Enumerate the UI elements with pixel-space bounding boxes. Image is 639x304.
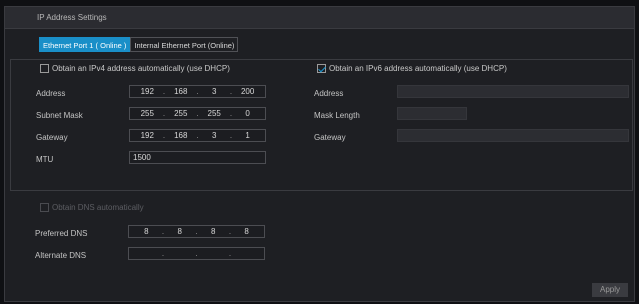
ipv4-address-octet-2[interactable]: 168: [170, 87, 192, 96]
preferred-dns-octet-1[interactable]: 8: [135, 227, 157, 236]
ipv4-gateway-octet-3[interactable]: 3: [203, 131, 225, 140]
ipv4-gateway-octet-4[interactable]: 1: [237, 131, 259, 140]
ipv4-dhcp-label: Obtain an IPv4 address automatically (us…: [52, 64, 230, 73]
octet-separator: .: [196, 109, 199, 118]
octet-separator: .: [196, 87, 199, 96]
ipv4-address-field[interactable]: 192. 168. 3. 200: [129, 85, 266, 98]
ipv6-gateway-input: [397, 129, 629, 142]
ipv6-dhcp-checkbox[interactable]: [317, 64, 326, 73]
ipv4-subnet-octet-4[interactable]: 0: [237, 109, 259, 118]
ipv4-address-octet-3[interactable]: 3: [203, 87, 225, 96]
octet-separator: .: [162, 87, 166, 96]
ipv4-subnet-octet-3[interactable]: 255: [203, 109, 225, 118]
octet-separator: .: [229, 131, 233, 140]
ipv4-subnet-octet-1[interactable]: 255: [136, 109, 158, 118]
ipv6-dhcp-label: Obtain an IPv6 address automatically (us…: [329, 64, 507, 73]
ip-section: Obtain an IPv4 address automatically (us…: [10, 59, 633, 191]
preferred-dns-label: Preferred DNS: [35, 229, 88, 238]
ipv4-dhcp-row[interactable]: Obtain an IPv4 address automatically (us…: [40, 64, 230, 73]
octet-separator: .: [161, 227, 165, 236]
octet-separator: .: [195, 249, 198, 258]
ipv4-address-octet-4[interactable]: 200: [237, 87, 259, 96]
ipv6-address-input: [397, 85, 629, 98]
preferred-dns-field[interactable]: 8. 8. 8. 8: [128, 225, 265, 238]
ipv4-subnet-octet-2[interactable]: 255: [170, 109, 192, 118]
ipv6-mask-length-label: Mask Length: [314, 111, 360, 120]
octet-separator: .: [229, 87, 233, 96]
ipv4-subnet-field[interactable]: 255. 255. 255. 0: [129, 107, 266, 120]
window-title: IP Address Settings: [37, 13, 107, 22]
ipv4-gateway-octet-2[interactable]: 168: [170, 131, 192, 140]
tab-internal-ethernet-port[interactable]: Internal Ethernet Port (Online): [130, 37, 239, 52]
ipv4-dhcp-checkbox[interactable]: [40, 64, 49, 73]
octet-separator: .: [162, 131, 166, 140]
ipv4-gateway-field[interactable]: 192. 168. 3. 1: [129, 129, 266, 142]
octet-separator: .: [228, 227, 232, 236]
octet-separator: .: [162, 109, 166, 118]
mtu-label: MTU: [36, 155, 54, 164]
dns-auto-row: Obtain DNS automatically: [40, 203, 144, 212]
preferred-dns-octet-4[interactable]: 8: [236, 227, 258, 236]
ipv6-mask-length-input: [397, 107, 467, 120]
octet-separator: .: [228, 249, 232, 258]
ipv4-address-label: Address: [36, 89, 66, 98]
dns-auto-label: Obtain DNS automatically: [52, 203, 144, 212]
ipv4-gateway-octet-1[interactable]: 192: [136, 131, 158, 140]
ipv4-subnet-label: Subnet Mask: [36, 111, 83, 120]
preferred-dns-octet-2[interactable]: 8: [169, 227, 191, 236]
alternate-dns-field[interactable]: . . .: [128, 247, 265, 260]
port-tabs: Ethernet Port 1 ( Online ) Internal Ethe…: [39, 37, 239, 52]
tab-ethernet-port-1[interactable]: Ethernet Port 1 ( Online ): [39, 37, 131, 52]
ipv6-dhcp-row[interactable]: Obtain an IPv6 address automatically (us…: [317, 64, 507, 73]
ipv6-address-label: Address: [314, 89, 344, 98]
octet-separator: .: [161, 249, 165, 258]
mtu-input[interactable]: 1500: [129, 151, 266, 164]
dns-auto-checkbox: [40, 203, 49, 212]
ip-settings-panel: IP Address Settings Ethernet Port 1 ( On…: [4, 6, 635, 302]
ipv6-gateway-label: Gateway: [314, 133, 346, 142]
preferred-dns-octet-3[interactable]: 8: [202, 227, 224, 236]
ipv4-gateway-label: Gateway: [36, 133, 68, 142]
octet-separator: .: [196, 131, 199, 140]
alternate-dns-label: Alternate DNS: [35, 251, 87, 260]
ipv4-address-octet-1[interactable]: 192: [136, 87, 158, 96]
dns-section: Obtain DNS automatically Preferred DNS 8…: [10, 201, 633, 301]
octet-separator: .: [195, 227, 198, 236]
title-bar: IP Address Settings: [5, 7, 634, 29]
apply-button[interactable]: Apply: [592, 283, 628, 297]
octet-separator: .: [229, 109, 233, 118]
